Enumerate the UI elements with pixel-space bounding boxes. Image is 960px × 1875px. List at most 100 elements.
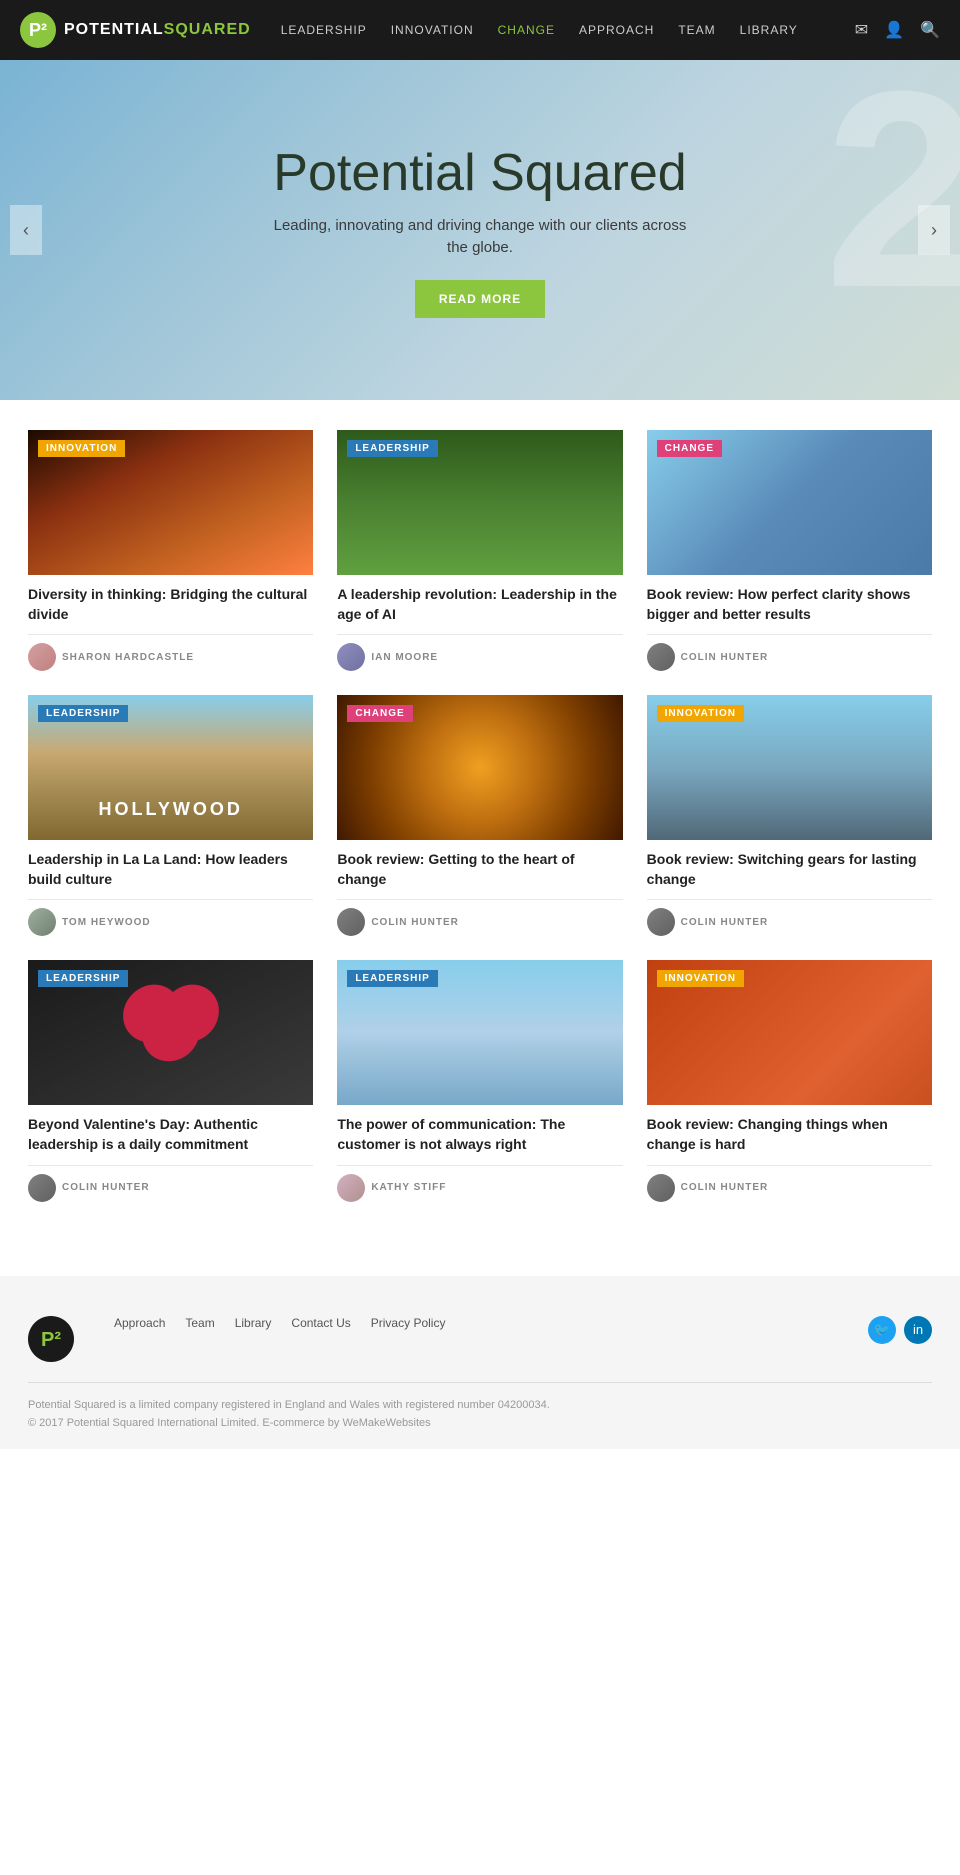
twitter-icon[interactable]: 🐦 [868, 1316, 896, 1344]
article-title: Beyond Valentine's Day: Authentic leader… [28, 1115, 313, 1154]
hero-prev-button[interactable]: ‹ [10, 205, 42, 255]
articles-section: INNOVATION Diversity in thinking: Bridgi… [0, 400, 960, 1256]
footer-link[interactable]: Library [235, 1316, 272, 1330]
footer-link[interactable]: Approach [114, 1316, 165, 1330]
article-image: LEADERSHIP HOLLYWOOD [28, 695, 313, 840]
article-image: CHANGE [337, 695, 622, 840]
nav-link-change[interactable]: CHANGE [498, 23, 555, 37]
article-tag: INNOVATION [657, 705, 744, 722]
article-title: Book review: Switching gears for lasting… [647, 850, 932, 889]
nav-links: LEADERSHIP INNOVATION CHANGE APPROACH TE… [281, 23, 855, 37]
article-author: IAN MOORE [337, 634, 622, 671]
hero-content: Potential Squared Leading, innovating an… [270, 143, 690, 318]
author-avatar [28, 643, 56, 671]
article-card[interactable]: INNOVATION Book review: Switching gears … [647, 695, 932, 936]
article-image: LEADERSHIP [337, 430, 622, 575]
hero-title: Potential Squared [270, 143, 690, 203]
footer-logo[interactable]: P² [28, 1316, 74, 1362]
article-card[interactable]: INNOVATION Book review: Changing things … [647, 960, 932, 1201]
article-title: Leadership in La La Land: How leaders bu… [28, 850, 313, 889]
article-image: INNOVATION [647, 695, 932, 840]
footer-link[interactable]: Contact Us [291, 1316, 350, 1330]
footer: P² Approach Team Library Contact Us Privacy … [0, 1276, 960, 1449]
search-icon[interactable]: 🔍 [920, 20, 940, 40]
footer-link[interactable]: Team [185, 1316, 214, 1330]
author-name: SHARON HARDCASTLE [62, 652, 194, 663]
nav-link-approach[interactable]: APPROACH [579, 23, 654, 37]
svg-text:P²: P² [41, 1329, 61, 1351]
author-avatar [647, 643, 675, 671]
article-title: A leadership revolution: Leadership in t… [337, 585, 622, 624]
author-name: COLIN HUNTER [62, 1182, 150, 1193]
author-name: COLIN HUNTER [681, 652, 769, 663]
author-name: KATHY STIFF [371, 1182, 446, 1193]
footer-links: Approach Team Library Contact Us Privacy Pol… [114, 1316, 828, 1330]
article-tag: LEADERSHIP [38, 970, 128, 987]
article-author: KATHY STIFF [337, 1165, 622, 1202]
article-tag: LEADERSHIP [347, 440, 437, 457]
article-tag: CHANGE [347, 705, 412, 722]
footer-logo-svg: P² [28, 1316, 74, 1362]
article-tag: INNOVATION [38, 440, 125, 457]
article-author: COLIN HUNTER [647, 1165, 932, 1202]
footer-top: P² Approach Team Library Contact Us Privacy … [28, 1316, 932, 1362]
nav-link-team[interactable]: TEAM [678, 23, 715, 37]
author-avatar [337, 643, 365, 671]
article-card[interactable]: CHANGE Book review: How perfect clarity … [647, 430, 932, 671]
hero-banner: 2 ‹ Potential Squared Leading, innovatin… [0, 60, 960, 400]
logo[interactable]: P² POTENTIALSQUARED [20, 12, 251, 48]
author-name: COLIN HUNTER [681, 917, 769, 928]
article-tag: LEADERSHIP [347, 970, 437, 987]
article-title: Book review: How perfect clarity shows b… [647, 585, 932, 624]
logo-text: POTENTIALSQUARED [64, 21, 251, 39]
author-name: IAN MOORE [371, 652, 438, 663]
article-title: Diversity in thinking: Bridging the cult… [28, 585, 313, 624]
article-card[interactable]: INNOVATION Diversity in thinking: Bridgi… [28, 430, 313, 671]
article-image: CHANGE [647, 430, 932, 575]
footer-social: 🐦 in [868, 1316, 932, 1344]
author-avatar [337, 908, 365, 936]
user-icon[interactable]: 👤 [884, 20, 904, 40]
hero-next-button[interactable]: › [918, 205, 950, 255]
article-title: The power of communication: The customer… [337, 1115, 622, 1154]
nav-link-innovation[interactable]: INNOVATION [391, 23, 474, 37]
logo-symbol: P² [29, 20, 47, 41]
logo-icon: P² [20, 12, 56, 48]
article-card[interactable]: CHANGE Book review: Getting to the heart… [337, 695, 622, 936]
article-title: Book review: Getting to the heart of cha… [337, 850, 622, 889]
article-title: Book review: Changing things when change… [647, 1115, 932, 1154]
author-avatar [28, 908, 56, 936]
nav-link-leadership[interactable]: LEADERSHIP [281, 23, 367, 37]
article-author: SHARON HARDCASTLE [28, 634, 313, 671]
author-name: TOM HEYWOOD [62, 917, 151, 928]
article-author: COLIN HUNTER [647, 634, 932, 671]
linkedin-icon[interactable]: in [904, 1316, 932, 1344]
author-avatar [647, 1174, 675, 1202]
author-avatar [28, 1174, 56, 1202]
articles-grid: INNOVATION Diversity in thinking: Bridgi… [28, 430, 932, 1202]
article-image: LEADERSHIP [337, 960, 622, 1105]
article-image: INNOVATION [28, 430, 313, 575]
article-card[interactable]: LEADERSHIP HOLLYWOOD Leadership in La La… [28, 695, 313, 936]
footer-divider [28, 1382, 932, 1383]
nav-link-library[interactable]: LIBRARY [740, 23, 798, 37]
author-avatar [337, 1174, 365, 1202]
article-card[interactable]: LEADERSHIP Beyond Valentine's Day: Authe… [28, 960, 313, 1201]
hero-cta-button[interactable]: READ MORE [415, 280, 545, 318]
article-tag: CHANGE [657, 440, 722, 457]
article-author: COLIN HUNTER [647, 899, 932, 936]
footer-copyright: © 2017 Potential Squared International L… [28, 1417, 932, 1429]
footer-link[interactable]: Privacy Policy [371, 1316, 446, 1330]
navigation: P² POTENTIALSQUARED LEADERSHIP INNOVATIO… [0, 0, 960, 60]
article-card[interactable]: LEADERSHIP The power of communication: T… [337, 960, 622, 1201]
article-author: TOM HEYWOOD [28, 899, 313, 936]
article-card[interactable]: LEADERSHIP A leadership revolution: Lead… [337, 430, 622, 671]
article-author: COLIN HUNTER [337, 899, 622, 936]
author-name: COLIN HUNTER [371, 917, 459, 928]
email-icon[interactable]: ✉ [855, 20, 868, 40]
nav-icon-group: ✉ 👤 🔍 [855, 20, 940, 40]
article-author: COLIN HUNTER [28, 1165, 313, 1202]
article-tag: INNOVATION [657, 970, 744, 987]
article-tag: LEADERSHIP [38, 705, 128, 722]
article-image: LEADERSHIP [28, 960, 313, 1105]
